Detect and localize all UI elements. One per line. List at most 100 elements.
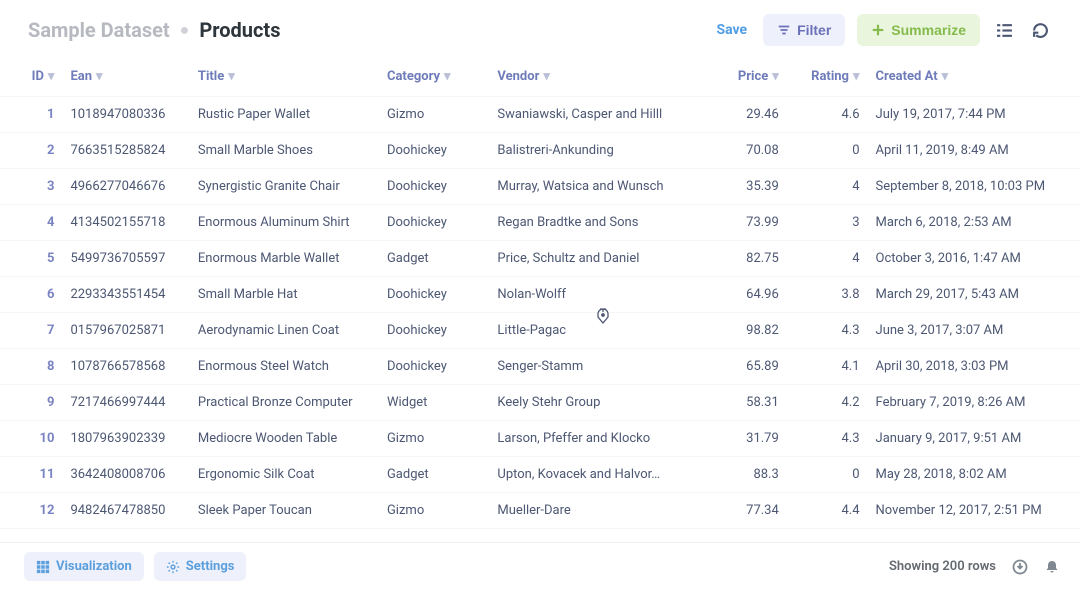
cell-id[interactable]: 12 bbox=[0, 493, 62, 529]
cell-price[interactable]: 75.09 bbox=[702, 529, 787, 535]
refresh-icon[interactable] bbox=[1028, 18, 1052, 42]
cell-category[interactable]: Widget bbox=[379, 385, 489, 421]
col-header-rating[interactable]: Rating▾ bbox=[787, 57, 868, 97]
cell-rating[interactable]: 4 bbox=[787, 241, 868, 277]
cell-vendor[interactable]: Swaniawski, Casper and Hilll bbox=[489, 97, 701, 133]
cell-created[interactable]: September 8, 2018, 10:03 PM bbox=[868, 169, 1080, 205]
cell-ean[interactable]: 1807963902339 bbox=[62, 421, 189, 457]
editor-icon[interactable] bbox=[992, 18, 1016, 42]
cell-ean[interactable]: 7217466997444 bbox=[62, 385, 189, 421]
cell-title[interactable]: Synergistic Granite Chair bbox=[190, 169, 379, 205]
cell-price[interactable]: 35.39 bbox=[702, 169, 787, 205]
cell-title[interactable]: Sleek Paper Toucan bbox=[190, 493, 379, 529]
cell-vendor[interactable]: Larson, Pfeffer and Klocko bbox=[489, 421, 701, 457]
cell-rating[interactable]: 0 bbox=[787, 133, 868, 169]
bell-icon[interactable] bbox=[1044, 559, 1060, 575]
download-icon[interactable] bbox=[1012, 559, 1028, 575]
cell-id[interactable]: 3 bbox=[0, 169, 62, 205]
cell-title[interactable]: Enormous Marble Wallet bbox=[190, 241, 379, 277]
table-row[interactable]: 44134502155718Enormous Aluminum ShirtDoo… bbox=[0, 205, 1080, 241]
cell-created[interactable]: January 9, 2017, 9:51 AM bbox=[868, 421, 1080, 457]
cell-id[interactable]: 11 bbox=[0, 457, 62, 493]
cell-id[interactable]: 1 bbox=[0, 97, 62, 133]
cell-id[interactable]: 10 bbox=[0, 421, 62, 457]
cell-created[interactable]: July 19, 2017, 7:44 PM bbox=[868, 97, 1080, 133]
cell-vendor[interactable]: Mueller-Dare bbox=[489, 493, 701, 529]
breadcrumb-dataset[interactable]: Sample Dataset bbox=[28, 18, 170, 42]
cell-ean[interactable]: 2293343551454 bbox=[62, 277, 189, 313]
col-header-category[interactable]: Category▾ bbox=[379, 57, 489, 97]
col-header-id[interactable]: ID▾ bbox=[0, 57, 62, 97]
col-header-price[interactable]: Price▾ bbox=[702, 57, 787, 97]
cell-ean[interactable]: 0388568209871 bbox=[62, 529, 189, 535]
cell-title[interactable]: Enormous Steel Watch bbox=[190, 349, 379, 385]
cell-category[interactable]: Gizmo bbox=[379, 529, 489, 535]
table-row[interactable]: 55499736705597Enormous Marble WalletGadg… bbox=[0, 241, 1080, 277]
cell-ean[interactable]: 4134502155718 bbox=[62, 205, 189, 241]
cell-id[interactable]: 6 bbox=[0, 277, 62, 313]
cell-category[interactable]: Gizmo bbox=[379, 97, 489, 133]
cell-rating[interactable]: 3.8 bbox=[787, 277, 868, 313]
table-row[interactable]: 34966277046676Synergistic Granite ChairD… bbox=[0, 169, 1080, 205]
cell-rating[interactable]: 3 bbox=[787, 205, 868, 241]
cell-vendor[interactable]: Upton, Kovacek and Halvor… bbox=[489, 457, 701, 493]
table-row[interactable]: 130388568209871Synergistic Steel ChairGi… bbox=[0, 529, 1080, 535]
cell-id[interactable]: 9 bbox=[0, 385, 62, 421]
cell-title[interactable]: Synergistic Steel Chair bbox=[190, 529, 379, 535]
cell-created[interactable]: March 6, 2018, 2:53 AM bbox=[868, 205, 1080, 241]
cell-price[interactable]: 29.46 bbox=[702, 97, 787, 133]
settings-button[interactable]: Settings bbox=[154, 552, 247, 581]
cell-price[interactable]: 64.96 bbox=[702, 277, 787, 313]
cell-category[interactable]: Gizmo bbox=[379, 421, 489, 457]
cell-created[interactable]: November 12, 2017, 2:51 PM bbox=[868, 493, 1080, 529]
cell-ean[interactable]: 4966277046676 bbox=[62, 169, 189, 205]
cell-created[interactable]: May 28, 2018, 8:02 AM bbox=[868, 457, 1080, 493]
cell-ean[interactable]: 3642408008706 bbox=[62, 457, 189, 493]
cell-price[interactable]: 98.82 bbox=[702, 313, 787, 349]
col-header-created[interactable]: Created At▾ bbox=[868, 57, 1080, 97]
cell-ean[interactable]: 7663515285824 bbox=[62, 133, 189, 169]
cell-title[interactable]: Enormous Aluminum Shirt bbox=[190, 205, 379, 241]
cell-category[interactable]: Gadget bbox=[379, 457, 489, 493]
filter-button[interactable]: Filter bbox=[763, 14, 845, 46]
cell-vendor[interactable]: Regan Bradtke and Sons bbox=[489, 205, 701, 241]
cell-ean[interactable]: 1078766578568 bbox=[62, 349, 189, 385]
cell-created[interactable]: October 3, 2016, 1:47 AM bbox=[868, 241, 1080, 277]
cell-title[interactable]: Practical Bronze Computer bbox=[190, 385, 379, 421]
cell-id[interactable]: 7 bbox=[0, 313, 62, 349]
cell-vendor[interactable]: Senger-Stamm bbox=[489, 349, 701, 385]
table-row[interactable]: 113642408008706Ergonomic Silk CoatGadget… bbox=[0, 457, 1080, 493]
summarize-button[interactable]: Summarize bbox=[857, 14, 980, 46]
col-header-title[interactable]: Title▾ bbox=[190, 57, 379, 97]
table-row[interactable]: 129482467478850Sleek Paper ToucanGizmoMu… bbox=[0, 493, 1080, 529]
cell-category[interactable]: Doohickey bbox=[379, 277, 489, 313]
table-row[interactable]: 62293343551454Small Marble HatDoohickeyN… bbox=[0, 277, 1080, 313]
cell-vendor[interactable]: Balistreri-Ankunding bbox=[489, 133, 701, 169]
cell-created[interactable]: April 11, 2019, 8:49 AM bbox=[868, 133, 1080, 169]
cell-id[interactable]: 8 bbox=[0, 349, 62, 385]
cell-id[interactable]: 5 bbox=[0, 241, 62, 277]
cell-rating[interactable]: 4.3 bbox=[787, 313, 868, 349]
cell-price[interactable]: 88.3 bbox=[702, 457, 787, 493]
save-button[interactable]: Save bbox=[712, 16, 751, 44]
table-row[interactable]: 70157967025871Aerodynamic Linen CoatDooh… bbox=[0, 313, 1080, 349]
cell-rating[interactable]: 0 bbox=[787, 529, 868, 535]
cell-category[interactable]: Gadget bbox=[379, 241, 489, 277]
cell-title[interactable]: Aerodynamic Linen Coat bbox=[190, 313, 379, 349]
cell-rating[interactable]: 4 bbox=[787, 169, 868, 205]
col-header-ean[interactable]: Ean▾ bbox=[62, 57, 189, 97]
cell-title[interactable]: Rustic Paper Wallet bbox=[190, 97, 379, 133]
cell-rating[interactable]: 0 bbox=[787, 457, 868, 493]
table-container[interactable]: ID▾ Ean▾ Title▾ Category▾ Vendor▾ Price▾… bbox=[0, 56, 1080, 534]
cell-rating[interactable]: 4.2 bbox=[787, 385, 868, 421]
col-header-vendor[interactable]: Vendor▾ bbox=[489, 57, 701, 97]
cell-vendor[interactable]: Keely Stehr Group bbox=[489, 385, 701, 421]
cell-ean[interactable]: 0157967025871 bbox=[62, 313, 189, 349]
cell-price[interactable]: 70.08 bbox=[702, 133, 787, 169]
cell-created[interactable]: May 24, 2016, 11:08 PM bbox=[868, 529, 1080, 535]
cell-vendor[interactable]: Nolan-Wolff bbox=[489, 277, 701, 313]
cell-rating[interactable]: 4.4 bbox=[787, 493, 868, 529]
cell-created[interactable]: February 7, 2019, 8:26 AM bbox=[868, 385, 1080, 421]
table-row[interactable]: 11018947080336Rustic Paper WalletGizmoSw… bbox=[0, 97, 1080, 133]
cell-created[interactable]: March 29, 2017, 5:43 AM bbox=[868, 277, 1080, 313]
